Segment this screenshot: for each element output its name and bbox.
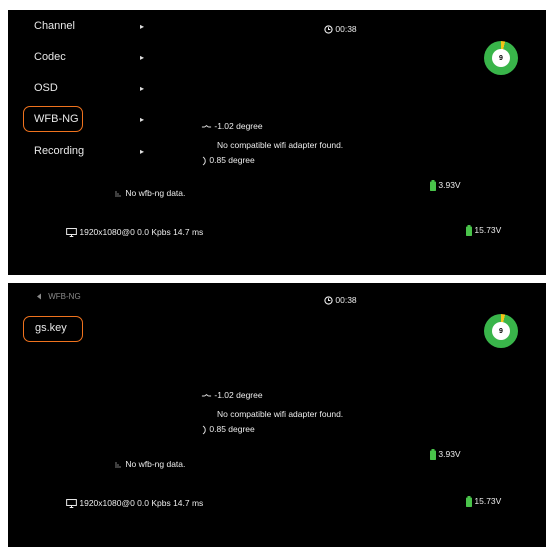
adapter-message: No compatible wifi adapter found. xyxy=(217,140,344,150)
horizon-icon xyxy=(201,393,212,397)
battery-icon xyxy=(466,496,472,508)
video-info: 1920x1080@0 0.0 Kpbs 14.7 ms xyxy=(66,227,204,238)
chevron-left-icon xyxy=(37,293,41,300)
timer-text: 00:38 xyxy=(335,295,357,305)
monitor-icon xyxy=(66,228,77,238)
battery-readout-2: 15.73V xyxy=(466,225,502,237)
battery-icon xyxy=(430,449,436,461)
battery-icon xyxy=(430,180,436,192)
back-button[interactable]: WFB-NG xyxy=(36,292,81,301)
link-quality-ring: 9 xyxy=(484,41,518,75)
recording-timer: 00:38 xyxy=(324,24,357,34)
video-info-text: 1920x1080@0 0.0 Kpbs 14.7 ms xyxy=(79,227,204,237)
chevron-right-icon: ▸ xyxy=(140,53,145,62)
clock-icon xyxy=(324,296,333,305)
menu-item-wfb-ng[interactable]: WFB-NG xyxy=(34,113,79,125)
video-info: 1920x1080@0 0.0 Kpbs 14.7 ms xyxy=(66,498,204,509)
adapter-message: No compatible wifi adapter found. xyxy=(217,409,344,419)
menu-item-recording[interactable]: Recording xyxy=(34,145,84,157)
battery-icon xyxy=(466,225,472,237)
pitch-readout: 0.85 degree xyxy=(201,155,255,166)
chevron-right-icon: ▸ xyxy=(140,84,145,93)
osd-screen-wfb-submenu: WFB-NG gs.key 00:38 9 -1.02 degree No co… xyxy=(8,283,546,547)
horizon-icon xyxy=(201,124,212,128)
menu-item-gs-key[interactable]: gs.key xyxy=(35,322,67,334)
menu-item-osd[interactable]: OSD xyxy=(34,82,58,94)
ring-value: 9 xyxy=(492,49,510,67)
menu-item-channel[interactable]: Channel xyxy=(34,20,75,32)
timer-text: 00:38 xyxy=(335,24,357,34)
signal-icon xyxy=(115,191,121,198)
roll-readout: -1.02 degree xyxy=(201,390,263,400)
signal-icon xyxy=(115,462,121,469)
battery-readout-2: 15.73V xyxy=(466,496,502,508)
battery-voltage-2: 15.73V xyxy=(474,225,502,235)
pitch-readout: 0.85 degree xyxy=(201,424,255,435)
wfb-status: No wfb-ng data. xyxy=(115,188,185,198)
wfb-status-text: No wfb-ng data. xyxy=(125,188,186,198)
battery-voltage-1: 3.93V xyxy=(438,180,461,190)
chevron-right-icon: ▸ xyxy=(140,147,145,156)
recording-timer: 00:38 xyxy=(324,295,357,305)
pitch-icon xyxy=(202,425,206,435)
battery-readout-1: 3.93V xyxy=(430,449,461,461)
roll-text: -1.02 degree xyxy=(214,121,263,131)
back-label: WFB-NG xyxy=(48,292,81,301)
battery-voltage-1: 3.93V xyxy=(438,449,461,459)
ring-value: 9 xyxy=(492,322,510,340)
roll-readout: -1.02 degree xyxy=(201,121,263,131)
chevron-right-icon: ▸ xyxy=(140,22,145,31)
pitch-text: 0.85 degree xyxy=(209,155,255,165)
roll-text: -1.02 degree xyxy=(214,390,263,400)
clock-icon xyxy=(324,25,333,34)
pitch-text: 0.85 degree xyxy=(209,424,255,434)
chevron-right-icon: ▸ xyxy=(140,115,145,124)
battery-readout-1: 3.93V xyxy=(430,180,461,192)
link-quality-ring: 9 xyxy=(484,314,518,348)
osd-screen-main-menu: Channel ▸ Codec ▸ OSD ▸ WFB-NG ▸ Recordi… xyxy=(8,10,546,275)
video-info-text: 1920x1080@0 0.0 Kpbs 14.7 ms xyxy=(79,498,204,508)
battery-voltage-2: 15.73V xyxy=(474,496,502,506)
wfb-status-text: No wfb-ng data. xyxy=(125,459,186,469)
pitch-icon xyxy=(202,156,206,166)
wfb-status: No wfb-ng data. xyxy=(115,459,185,469)
menu-item-codec[interactable]: Codec xyxy=(34,51,66,63)
monitor-icon xyxy=(66,499,77,509)
